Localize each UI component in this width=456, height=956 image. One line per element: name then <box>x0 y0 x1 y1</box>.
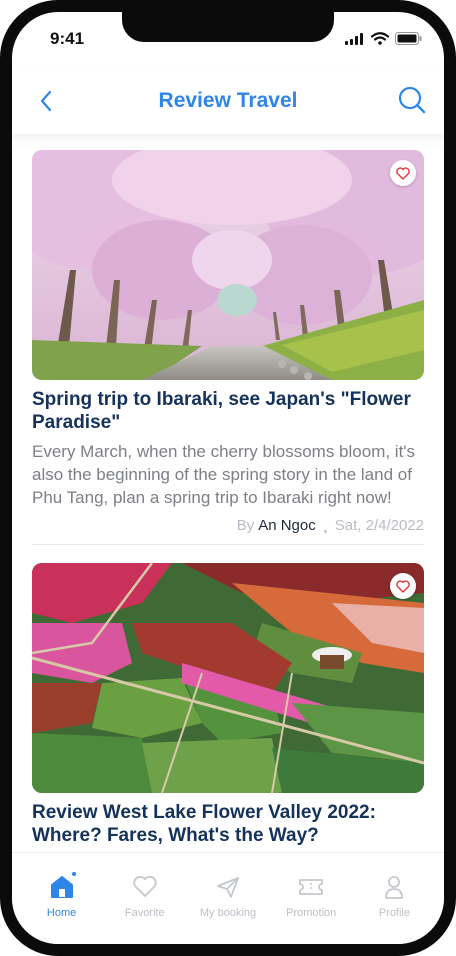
cherry-blossom-alley-photo[interactable] <box>32 150 424 380</box>
status-icons <box>345 32 422 45</box>
favorite-button[interactable] <box>390 573 416 599</box>
by-label: By <box>236 517 255 534</box>
heart-icon <box>396 579 410 593</box>
tab-label: My booking <box>199 907 257 919</box>
home-icon <box>48 871 77 901</box>
article-meta: By An Ngoc Sat, 2/4/2022 <box>32 517 424 534</box>
app-header: Review Travel <box>12 68 444 134</box>
wifi-icon <box>371 32 389 45</box>
article-card[interactable]: Review West Lake Flower Valley 2022: Whe… <box>32 563 424 847</box>
tab-favorite[interactable]: Favorite <box>103 853 186 919</box>
send-icon <box>214 873 242 901</box>
tab-home[interactable]: Home <box>20 853 103 919</box>
tab-my-booking[interactable]: My booking <box>186 853 269 919</box>
article-date: Sat, 2/4/2022 <box>334 517 424 534</box>
meta-separator <box>323 530 327 533</box>
search-icon <box>398 86 426 114</box>
article-title[interactable]: Review West Lake Flower Valley 2022: Whe… <box>32 801 424 847</box>
divider <box>32 544 424 545</box>
tab-label: Profile <box>378 907 410 919</box>
heart-icon <box>396 166 410 180</box>
flower-valley-aerial-photo[interactable] <box>32 563 424 793</box>
screen: 9:41 Review Travel Spring trip to Ibarak… <box>12 12 444 944</box>
article-feed: Spring trip to Ibaraki, see Japan's "Flo… <box>32 150 424 847</box>
battery-icon <box>395 32 422 45</box>
tab-label: Promotion <box>286 907 337 919</box>
tab-label: Favorite <box>124 907 165 919</box>
notification-badge <box>70 871 77 877</box>
notch <box>122 12 334 42</box>
heart-icon <box>131 873 159 901</box>
signal-icon <box>345 32 363 45</box>
status-time: 9:41 <box>50 29 85 48</box>
phone-frame: 9:41 Review Travel Spring trip to Ibarak… <box>0 0 456 956</box>
ticket-icon <box>297 873 325 901</box>
article-excerpt: Every March, when the cherry blossoms bl… <box>32 442 416 507</box>
tab-promotion[interactable]: Promotion <box>270 853 353 919</box>
article-author[interactable]: An Ngoc <box>258 517 316 534</box>
tab-profile[interactable]: Profile <box>353 853 436 919</box>
tab-label: Home <box>46 907 77 919</box>
tab-bar: Home Favorite My booking Promotion Profi… <box>12 852 444 944</box>
favorite-button[interactable] <box>390 160 416 186</box>
search-button[interactable] <box>396 84 428 116</box>
article-card[interactable]: Spring trip to Ibaraki, see Japan's "Flo… <box>32 150 424 545</box>
article-title[interactable]: Spring trip to Ibaraki, see Japan's "Flo… <box>32 388 424 434</box>
page-title: Review Travel <box>158 89 298 112</box>
user-icon <box>380 873 408 901</box>
